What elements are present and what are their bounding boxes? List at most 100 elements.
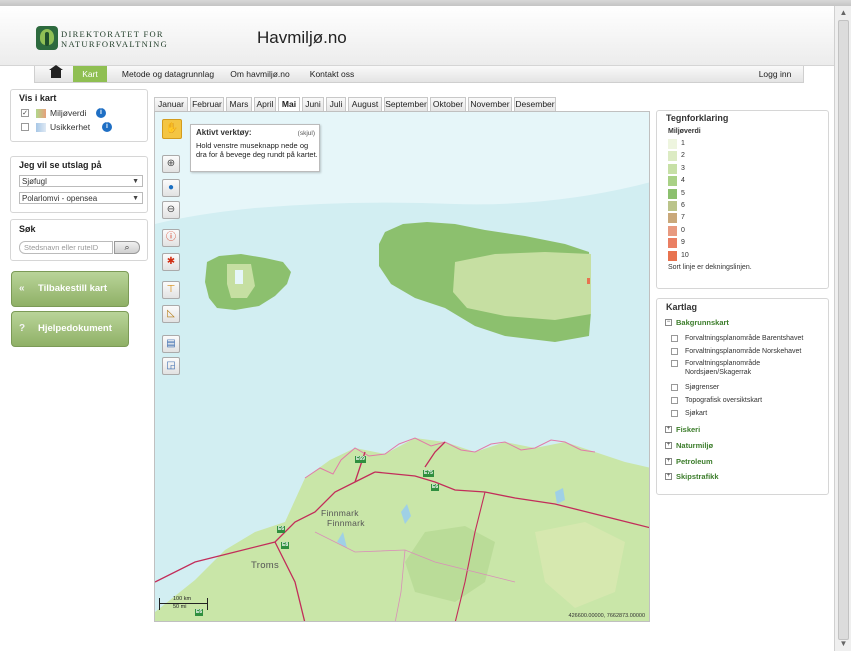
full-extent-button[interactable]: ● (162, 179, 180, 197)
triangle-ruler-icon: ◺ (167, 308, 175, 319)
month-tabs: Januar Februar Mars April Mai Juni Juli August S… (154, 97, 650, 111)
nav-home[interactable] (43, 65, 69, 82)
tab-month[interactable]: August (348, 97, 382, 111)
scrollbar-thumb[interactable] (838, 20, 849, 640)
login-link[interactable]: Logg inn (753, 66, 797, 82)
tab-month[interactable]: Mars (226, 97, 252, 111)
globe-icon: ● (167, 182, 175, 193)
legend-swatch (668, 139, 677, 149)
logo-text-line2: NATURFORVALTNING (61, 39, 169, 49)
legend-label: 9 (681, 239, 685, 247)
info-icon: ⓘ (166, 232, 176, 243)
tab-month[interactable]: November (468, 97, 512, 111)
zoom-out-button[interactable]: ⊖ (162, 201, 180, 219)
tooltip-text: Hold venstre museknapp nede og dra for å… (196, 141, 318, 159)
legend-label: 3 (681, 164, 685, 172)
expand-icon: + (665, 473, 672, 480)
tab-month[interactable]: April (254, 97, 276, 111)
help-document-button[interactable]: ? Hjelpedokument (11, 311, 129, 347)
layer-item-label: Sjøkart (685, 410, 708, 417)
nav-item-om[interactable]: Om havmiljø.no (225, 66, 295, 82)
layer-checkbox[interactable] (671, 335, 678, 342)
search-button[interactable]: ⌕ (114, 241, 140, 254)
tooltip-hide-link[interactable]: (skjul) (298, 129, 315, 138)
active-tool-tooltip: Aktivt verktøy: (skjul) Hold venstre mus… (190, 124, 320, 172)
miljoverdi-swatch (36, 109, 46, 118)
identify-tool-button[interactable]: ✱ (162, 253, 180, 271)
map-view[interactable]: Finnmark Finnmark Troms E69 E75 E6 E6 E8… (154, 111, 650, 622)
legend-title: Tegnforklaring (666, 113, 729, 123)
reset-map-label: Tilbakestill kart (38, 283, 107, 294)
map-label-troms: Troms (251, 560, 280, 571)
question-icon: ? (19, 323, 26, 334)
print-button[interactable]: ▤ (162, 335, 180, 353)
scale-bar: 100 km 50 mi (159, 596, 211, 612)
logo[interactable]: DIREKTORATET FOR NATURFORVALTNING (36, 26, 169, 54)
hotspot-west-marker (235, 270, 243, 284)
layer-checkbox[interactable] (671, 348, 678, 355)
measure-distance-button[interactable]: ⊤ (162, 281, 180, 299)
usikkerhet-checkbox[interactable] (21, 123, 29, 131)
zoom-out-icon: ⊖ (166, 204, 176, 215)
ruler-icon: ⊤ (166, 284, 176, 295)
legend-label: 10 (681, 251, 689, 259)
pan-tool-button[interactable]: ✋ (162, 119, 182, 139)
tab-month[interactable]: Mai (278, 97, 300, 111)
legend-row: 0 (668, 225, 818, 237)
tab-month[interactable]: Februar (190, 97, 224, 111)
tab-month[interactable]: Januar (154, 97, 188, 111)
tab-month[interactable]: Juli (326, 97, 346, 111)
scale-tick (159, 598, 160, 610)
tab-month[interactable]: Oktober (430, 97, 466, 111)
legend-label: 1 (681, 140, 685, 147)
layer-checkbox[interactable] (671, 397, 678, 404)
logo-leaf-icon (36, 26, 58, 50)
info-icon[interactable]: i (96, 108, 106, 118)
impact-title: Jeg vil se utslag på (19, 160, 102, 170)
tab-month[interactable]: Juni (302, 97, 324, 111)
reset-map-button[interactable]: « Tilbakestill kart (11, 271, 129, 307)
tab-month[interactable]: September (384, 97, 428, 111)
info-icon[interactable]: i (102, 122, 112, 132)
legend-row: 2 (668, 151, 818, 162)
tooltip-title: Aktivt verktøy: (196, 128, 252, 137)
scroll-down-icon[interactable]: ▼ (838, 639, 849, 649)
layer-item-label: Forvaltningsplanområde Barentshavet (685, 335, 804, 342)
legend-panel: Tegnforklaring Miljøverdi 1 2 3 4 5 6 7 0 9 10 So… (656, 110, 829, 289)
layer-row-usikkerhet: Usikkerhet i (21, 122, 141, 133)
nav-item-metode[interactable]: Metode og datagrunnlag (115, 66, 221, 82)
measure-area-button[interactable]: ◺ (162, 305, 180, 323)
layer-checkbox[interactable] (671, 360, 678, 367)
road-shield: E6 (277, 526, 286, 533)
tab-month[interactable]: Desember (514, 97, 556, 111)
road-shield: E8 (281, 542, 290, 549)
info-tool-button[interactable]: ⓘ (162, 229, 180, 247)
miljoverdi-checkbox[interactable]: ✓ (21, 109, 29, 117)
map-canvas (155, 112, 649, 621)
legend-swatch (668, 213, 677, 224)
layer-checkbox[interactable] (671, 384, 678, 391)
nav-item-kontakt[interactable]: Kontakt oss (303, 66, 361, 82)
coordinate-readout: 426600.00000, 7662873.00000 (568, 613, 645, 619)
search-input[interactable]: Stedsnavn eller ruteID (19, 241, 113, 254)
legend-swatch (668, 250, 677, 261)
nav-item-kart[interactable]: Kart (73, 66, 107, 82)
layer-item-label: Forvaltningsplanområde Norskehavet (685, 348, 802, 355)
species-select[interactable]: Polarlomvi - opensea ▼ (19, 192, 143, 204)
legend-subtitle: Miljøverdi (668, 128, 701, 135)
legend-swatch (668, 201, 677, 211)
layer-group-label: Fiskeri (676, 425, 701, 434)
page-scrollbar[interactable]: ▲ ▼ (834, 6, 851, 651)
species-group-select[interactable]: Sjøfugl ▼ (19, 175, 143, 187)
layer-checkbox[interactable] (671, 410, 678, 417)
legend-label: 5 (681, 189, 685, 197)
layer-group-label: Bakgrunnskart (676, 318, 729, 327)
scroll-up-icon[interactable]: ▲ (838, 8, 849, 18)
legend-row: 1 (668, 139, 818, 150)
zoom-in-button[interactable]: ⊕ (162, 155, 180, 173)
overview-map-button[interactable]: ◲ (162, 357, 180, 375)
site-title: Havmiljø.no (257, 28, 347, 47)
double-chevron-left-icon: « (19, 283, 25, 294)
scale-km-label: 100 km (173, 596, 192, 602)
layer-item-label: Forvaltningsplanområde Nordsjøen/Skagerr… (685, 360, 761, 376)
